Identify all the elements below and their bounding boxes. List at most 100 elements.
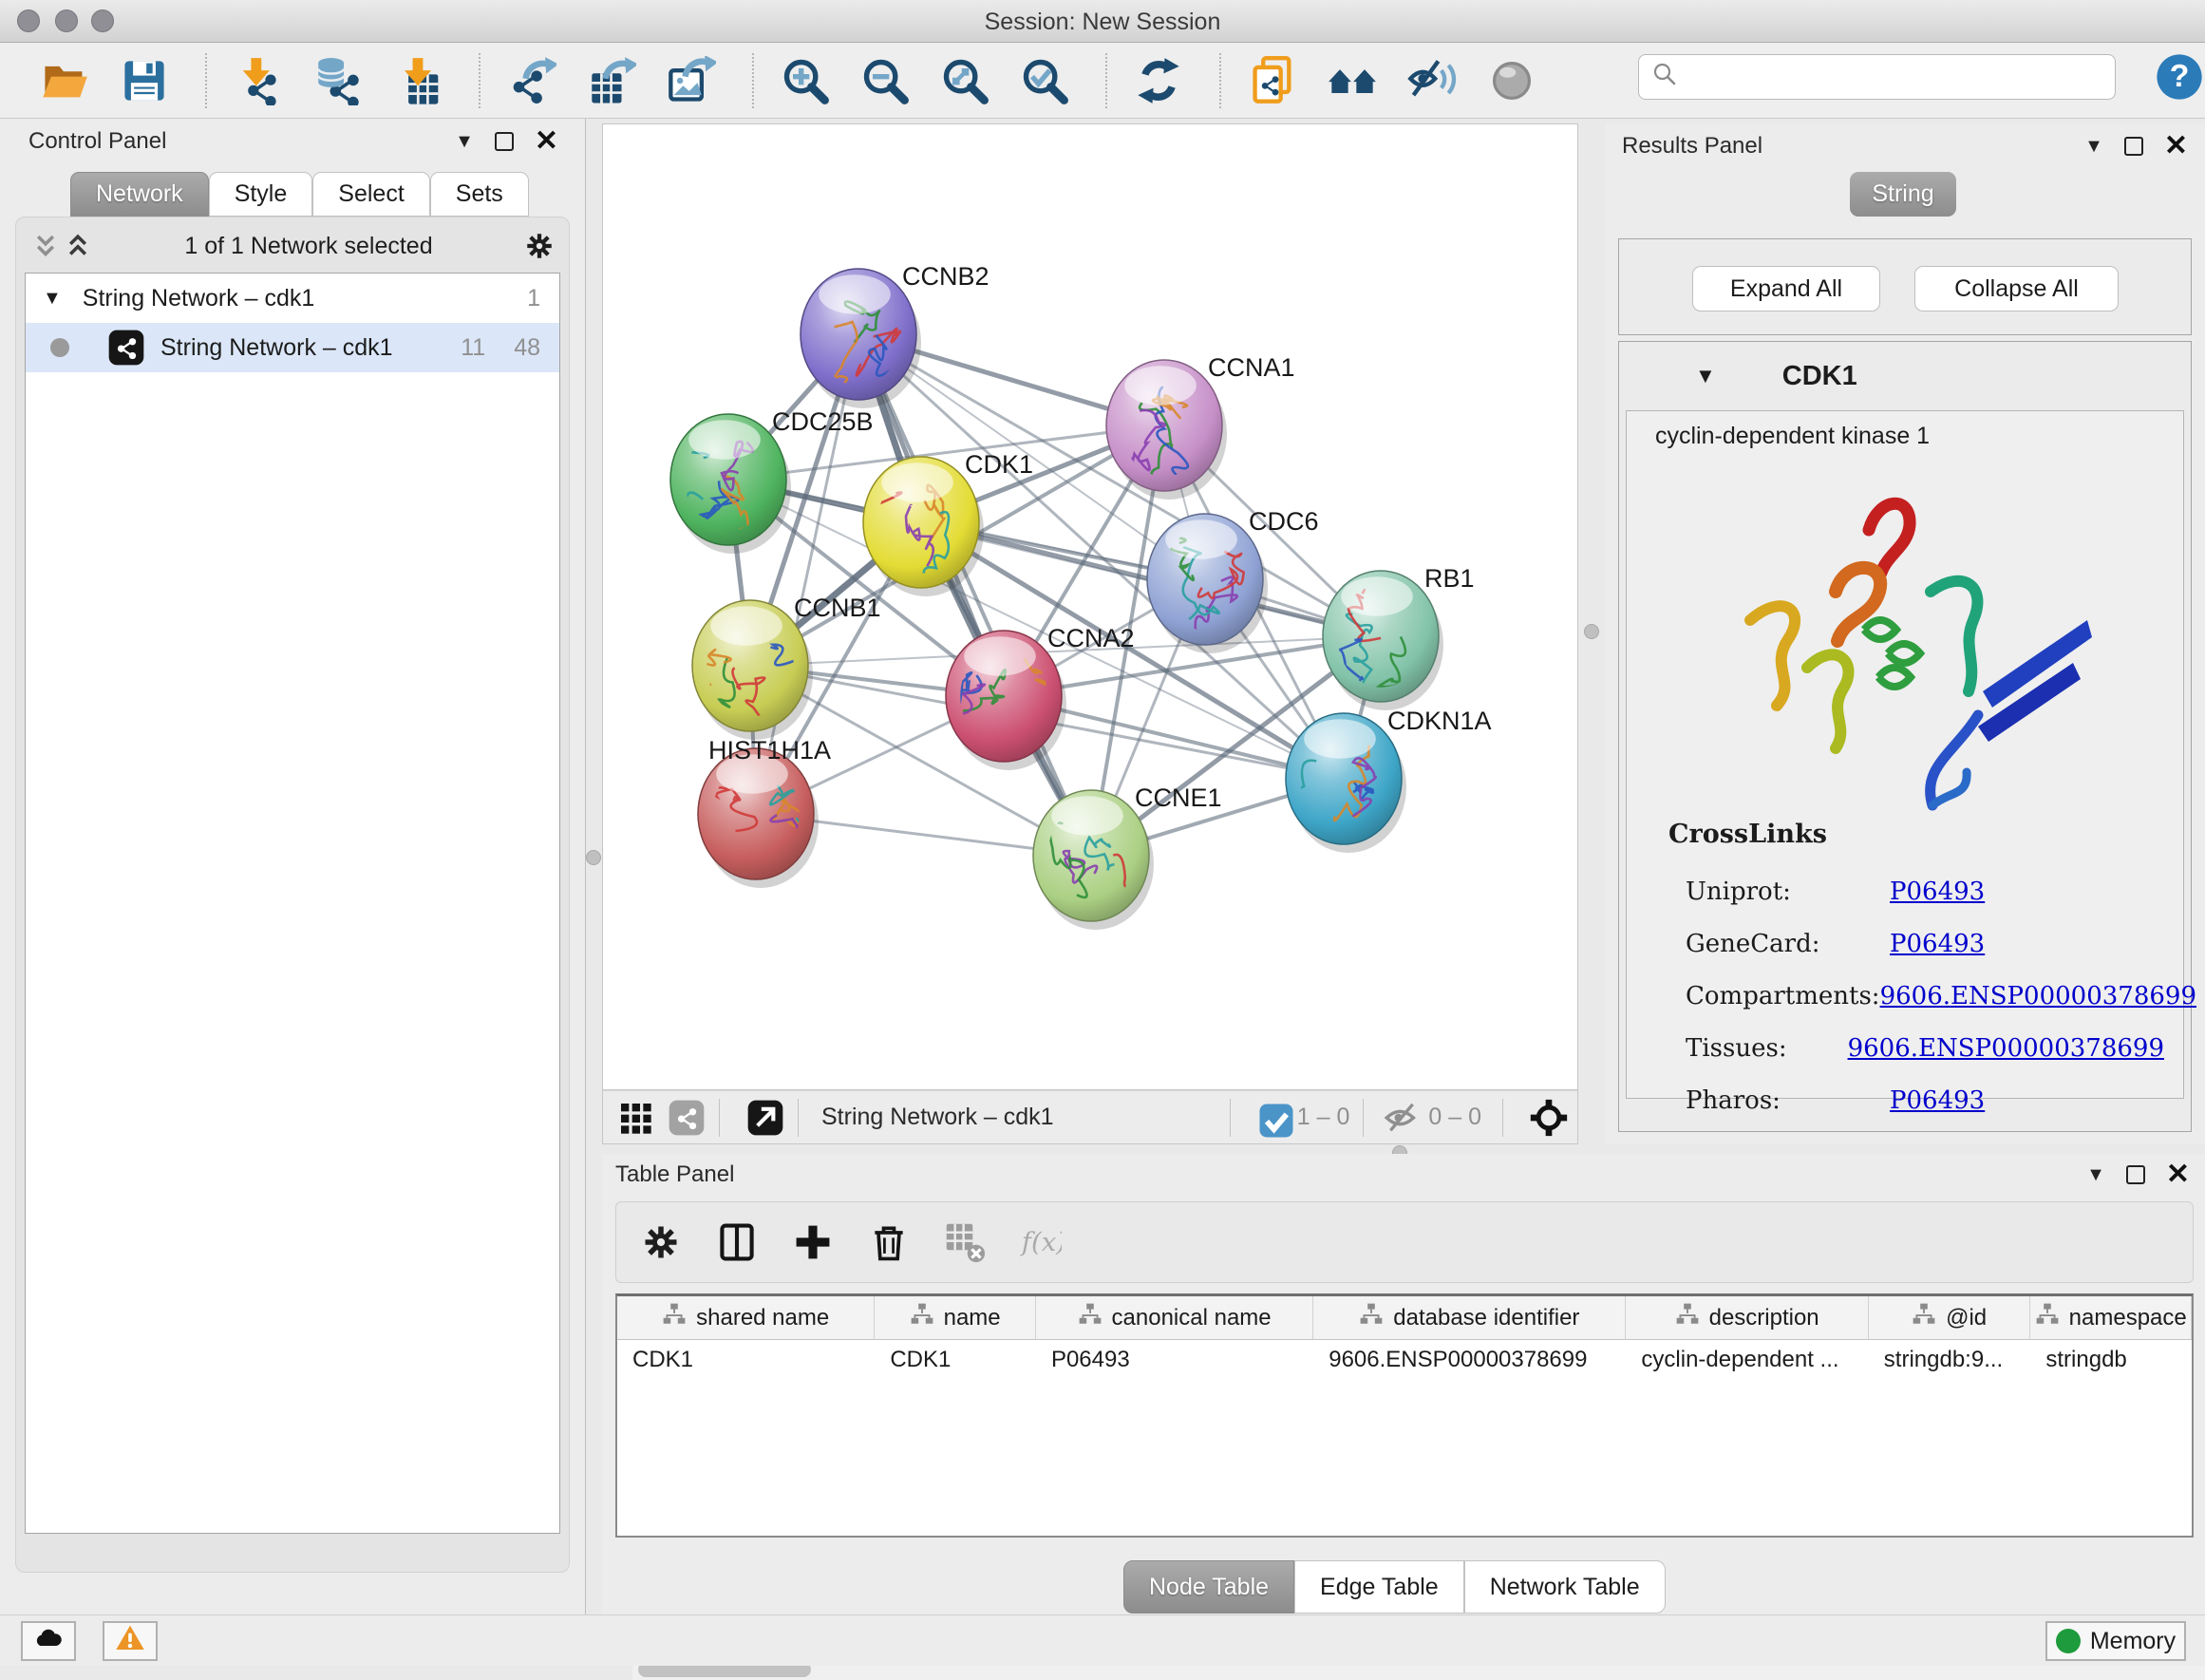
gray-sphere-icon[interactable]: [1485, 54, 1538, 107]
tab-network-table[interactable]: Network Table: [1464, 1560, 1666, 1614]
table-row[interactable]: CDK1CDK1P064939606.ENSP00000378699cyclin…: [617, 1340, 2192, 1380]
zoom-in-icon[interactable]: [779, 54, 832, 107]
table-cell[interactable]: P06493: [1036, 1340, 1313, 1380]
refresh-icon[interactable]: [1132, 54, 1185, 107]
results-panel-close-icon[interactable]: ✕: [2164, 137, 2188, 156]
tab-network[interactable]: Network: [70, 172, 209, 217]
network-row[interactable]: String Network – cdk1 11 48: [26, 323, 559, 372]
column-header-description[interactable]: description: [1626, 1296, 1868, 1339]
control-panel-float-icon[interactable]: ▼: [455, 131, 474, 153]
crosslink-value-link[interactable]: 9606.ENSP00000378699: [1848, 1034, 2164, 1063]
table-cell[interactable]: stringdb:9...: [1869, 1340, 2031, 1380]
column-header-namespace[interactable]: namespace: [2030, 1296, 2192, 1339]
selected-nodes-checkbox-icon[interactable]: [1257, 1102, 1290, 1134]
fit-selected-crosshair-icon[interactable]: [1530, 1099, 1568, 1137]
search-input[interactable]: [1679, 58, 2115, 96]
zoom-fit-icon[interactable]: [938, 54, 991, 107]
collapse-all-networks-icon[interactable]: [29, 230, 62, 262]
collection-expander-icon[interactable]: ▼: [43, 288, 62, 310]
tab-select[interactable]: Select: [312, 172, 429, 217]
network-options-gear-icon[interactable]: [523, 230, 556, 262]
birds-eye-grid-icon[interactable]: [616, 1099, 654, 1137]
column-header-shared-name[interactable]: shared name: [617, 1296, 875, 1339]
node-description: cyclin-dependent kinase 1: [1655, 423, 1930, 450]
section-expander-icon[interactable]: ▼: [1695, 364, 1716, 388]
network-graph[interactable]: CCNB2CCNA1CDC25BCDK1CDC6RB1CCNB1CCNA2CDK…: [603, 124, 1577, 1089]
import-table-icon[interactable]: [391, 54, 444, 107]
table-cell[interactable]: 9606.ENSP00000378699: [1313, 1340, 1626, 1380]
table-panel: Table Panel ▼ ✕ f(x) shared namenamecano…: [602, 1154, 2205, 1614]
expand-all-networks-icon[interactable]: [62, 230, 94, 262]
column-header-canonical-name[interactable]: canonical name: [1036, 1296, 1313, 1339]
column-type-icon: [1359, 1302, 1384, 1333]
search-box[interactable]: [1638, 54, 2116, 100]
zoom-selected-icon[interactable]: [1018, 54, 1071, 107]
hide-eye-icon[interactable]: [1405, 54, 1459, 107]
help-button[interactable]: ?: [2154, 51, 2205, 103]
column-header-database-identifier[interactable]: database identifier: [1313, 1296, 1626, 1339]
table-cell[interactable]: stringdb: [2030, 1340, 2192, 1380]
node-label-HIST1H1A: HIST1H1A: [708, 736, 831, 764]
warnings-button[interactable]: [103, 1621, 158, 1661]
node-result-header[interactable]: ▼ CDK1: [1619, 342, 2191, 410]
right-splitter-handle[interactable]: [1584, 624, 1599, 639]
tab-style[interactable]: Style: [209, 172, 313, 217]
home-pair-icon[interactable]: [1326, 54, 1379, 107]
zoom-out-icon[interactable]: [858, 54, 912, 107]
memory-button[interactable]: Memory: [2045, 1621, 2186, 1661]
network-canvas[interactable]: CCNB2CCNA1CDC25BCDK1CDC6RB1CCNB1CCNA2CDK…: [602, 123, 1578, 1090]
column-type-icon: [910, 1302, 934, 1333]
plus-icon[interactable]: [791, 1220, 835, 1264]
toolbar-separator: [752, 53, 754, 108]
column-header-name[interactable]: name: [875, 1296, 1036, 1339]
network-collection-row[interactable]: ▼ String Network – cdk1 1: [26, 274, 559, 323]
column-header--id[interactable]: @id: [1869, 1296, 2031, 1339]
node-label-CDC6: CDC6: [1249, 507, 1319, 536]
fx-icon: f(x): [1019, 1220, 1063, 1264]
table-panel-maximize-icon[interactable]: [2126, 1165, 2145, 1184]
table-cell[interactable]: CDK1: [875, 1340, 1036, 1380]
node-result-section: ▼ CDK1 cyclin-dependent kinase 1 CrossLi…: [1618, 341, 2192, 1132]
columns-icon[interactable]: [715, 1220, 759, 1264]
control-panel-close-icon[interactable]: ✕: [535, 132, 558, 151]
tab-sets[interactable]: Sets: [430, 172, 529, 217]
collapse-all-button[interactable]: Collapse All: [1914, 266, 2119, 311]
save-icon[interactable]: [118, 54, 171, 107]
crosslink-value-link[interactable]: P06493: [1890, 930, 1985, 958]
node-table[interactable]: shared namenamecanonical namedatabase id…: [615, 1293, 2194, 1538]
crosslink-value-link[interactable]: P06493: [1890, 878, 1985, 906]
crosslink-value-link[interactable]: 9606.ENSP00000378699: [1880, 982, 2196, 1010]
open-folder-icon[interactable]: [38, 54, 91, 107]
table-panel-close-icon[interactable]: ✕: [2166, 1165, 2190, 1184]
crosslink-value-link[interactable]: P06493: [1890, 1086, 1985, 1115]
import-network-icon[interactable]: [232, 54, 285, 107]
results-panel-maximize-icon[interactable]: [2124, 137, 2143, 156]
crosslinks-title: CrossLinks: [1668, 820, 1827, 849]
tab-node-table[interactable]: Node Table: [1123, 1560, 1294, 1614]
cloud-button[interactable]: [21, 1621, 76, 1661]
results-panel-float-icon[interactable]: ▼: [2084, 136, 2103, 158]
trash-icon[interactable]: [867, 1220, 911, 1264]
tab-string[interactable]: String: [1850, 172, 1956, 217]
table-panel-float-icon[interactable]: ▼: [2086, 1164, 2105, 1186]
tab-edge-table[interactable]: Edge Table: [1294, 1560, 1464, 1614]
clipboard-network-icon[interactable]: [1246, 54, 1299, 107]
detach-view-icon[interactable]: [746, 1099, 784, 1137]
edge-count: 48: [514, 334, 540, 362]
left-splitter-handle[interactable]: [586, 850, 601, 865]
table-cell[interactable]: CDK1: [617, 1340, 875, 1380]
protein-structure-image: [1693, 478, 2111, 820]
table-cell[interactable]: cyclin-dependent ...: [1626, 1340, 1868, 1380]
network-share-icon[interactable]: [668, 1099, 706, 1137]
import-database-icon[interactable]: [311, 54, 365, 107]
expand-all-button[interactable]: Expand All: [1692, 266, 1880, 311]
crosslink-row: GeneCard:P06493: [1686, 917, 2164, 970]
export-table-icon[interactable]: [585, 54, 638, 107]
control-panel-maximize-icon[interactable]: [495, 132, 514, 151]
toolbar-separator: [1219, 53, 1221, 108]
hidden-eye-icon[interactable]: [1383, 1099, 1421, 1137]
export-image-icon[interactable]: [665, 54, 718, 107]
gear-icon[interactable]: [639, 1220, 683, 1264]
control-panel: Control Panel ▼ ✕ NetworkStyleSelectSets…: [0, 119, 586, 1614]
export-network-icon[interactable]: [505, 54, 558, 107]
